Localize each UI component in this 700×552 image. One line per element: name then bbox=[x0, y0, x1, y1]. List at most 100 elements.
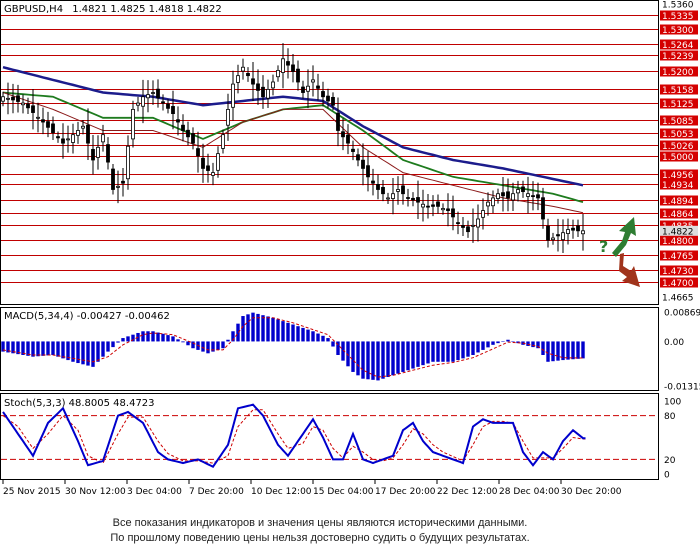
macd-bar bbox=[386, 341, 390, 378]
macd-bar bbox=[101, 341, 105, 357]
candle-body bbox=[341, 131, 345, 138]
candle-body bbox=[576, 225, 580, 232]
macd-panel: 0.00869 0.00 -0.01315 MACD(5,34,4) -0.0042… bbox=[0, 307, 700, 393]
stoch-tick-label: 0 bbox=[664, 471, 670, 481]
macd-bar bbox=[531, 341, 535, 348]
candle-body bbox=[526, 193, 530, 197]
candle-body bbox=[206, 165, 210, 171]
candle-body bbox=[371, 180, 375, 184]
candle-body bbox=[1, 96, 5, 102]
candle-body bbox=[516, 189, 520, 194]
price-panel: 1.5335 1.5300 1.52641.5239 1.5200 1.5158 1.51… bbox=[0, 0, 698, 305]
macd-bar bbox=[396, 341, 400, 374]
candle-body bbox=[271, 81, 275, 89]
macd-tick-label: -0.01315 bbox=[664, 383, 700, 393]
macd-bar bbox=[361, 341, 365, 379]
macd-bar bbox=[26, 341, 30, 356]
price-axis: 1.5335 1.5300 1.52641.5239 1.5200 1.5158 1.51… bbox=[660, 1, 698, 304]
price-tick-label: 1.5300 bbox=[662, 26, 694, 36]
price-tick-label: 1.5026 bbox=[662, 142, 694, 152]
candle-body bbox=[11, 96, 15, 101]
candle-body bbox=[136, 102, 140, 106]
price-tick-label: 1.5000 bbox=[662, 153, 694, 163]
macd-bar bbox=[566, 341, 570, 360]
macd-bar bbox=[496, 341, 500, 344]
price-tick-label: 1.4894 bbox=[662, 197, 694, 207]
candle-body bbox=[541, 197, 545, 220]
macd-bar bbox=[176, 339, 180, 342]
macd-bar bbox=[501, 341, 505, 342]
macd-bar bbox=[576, 341, 580, 359]
candle-body bbox=[561, 232, 565, 241]
time-tick-label: 7 Dec 20:00 bbox=[189, 487, 244, 497]
symbol-timeframe: GBPUSD,H4 bbox=[4, 4, 63, 15]
candle-body bbox=[511, 193, 515, 201]
stoch-tick-label: 20 bbox=[664, 456, 676, 466]
candle-body bbox=[281, 58, 285, 73]
candle-body bbox=[101, 134, 105, 143]
macd-bar bbox=[356, 341, 360, 376]
macd-bar bbox=[511, 341, 515, 342]
candle-body bbox=[76, 130, 80, 136]
macd-bar bbox=[56, 341, 60, 357]
time-tick-label: 30 Dec 20:00 bbox=[561, 487, 622, 497]
candle-body bbox=[226, 108, 230, 126]
macd-bar bbox=[261, 315, 265, 342]
time-tick-label: 3 Dec 04:00 bbox=[127, 487, 182, 497]
macd-bar bbox=[571, 341, 575, 360]
candle-body bbox=[451, 208, 455, 218]
macd-bar bbox=[466, 341, 470, 357]
candle-body bbox=[161, 101, 165, 104]
macd-bar bbox=[146, 331, 150, 342]
candle-body bbox=[171, 106, 175, 115]
candle-body bbox=[26, 103, 30, 109]
macd-bar bbox=[381, 341, 385, 379]
candle-body bbox=[416, 197, 420, 203]
macd-bar bbox=[471, 341, 475, 355]
question-mark: ? bbox=[599, 237, 608, 256]
candle-body bbox=[131, 108, 135, 140]
candle-body bbox=[41, 119, 45, 123]
candle-body bbox=[91, 149, 95, 161]
price-tick-label: 1.4700 bbox=[662, 279, 694, 289]
candle-body bbox=[471, 224, 475, 227]
macd-bar bbox=[201, 341, 205, 352]
candle-body bbox=[31, 105, 35, 113]
candle-body bbox=[306, 85, 310, 92]
price-tick-label: 1.5264 bbox=[662, 41, 694, 51]
candle-body bbox=[141, 96, 145, 107]
macd-bar bbox=[416, 341, 420, 367]
candle-body bbox=[351, 148, 355, 152]
candle-body bbox=[551, 237, 555, 241]
candle-body bbox=[376, 184, 380, 190]
time-tick-label: 22 Dec 12:00 bbox=[437, 487, 498, 497]
candle-body bbox=[151, 92, 155, 94]
macd-bar bbox=[506, 339, 510, 342]
candle-body bbox=[476, 218, 480, 228]
macd-bar bbox=[41, 341, 45, 356]
candle-body bbox=[301, 86, 305, 93]
macd-bar bbox=[221, 341, 225, 349]
candle-body bbox=[46, 121, 50, 128]
macd-bar bbox=[96, 341, 100, 362]
macd-bar bbox=[81, 341, 85, 365]
macd-bar bbox=[411, 341, 415, 369]
candle-body bbox=[111, 168, 115, 190]
macd-bar bbox=[246, 314, 250, 342]
macd-bar bbox=[366, 341, 370, 380]
macd-bar bbox=[281, 321, 285, 342]
candle-body bbox=[491, 197, 495, 207]
candle-body bbox=[261, 86, 265, 98]
macd-bar bbox=[106, 341, 110, 352]
price-tick-label: 1.5335 bbox=[662, 12, 694, 22]
candle-body bbox=[421, 203, 425, 208]
candle-body bbox=[321, 91, 325, 98]
macd-bar bbox=[271, 317, 275, 342]
candle-body bbox=[121, 180, 125, 184]
macd-bar bbox=[326, 338, 330, 342]
macd-bar bbox=[36, 341, 40, 357]
price-tick-label: 1.4934 bbox=[662, 181, 694, 191]
macd-bar bbox=[391, 341, 395, 376]
candle-body bbox=[536, 194, 540, 199]
time-tick-label: 15 Dec 04:00 bbox=[313, 487, 374, 497]
